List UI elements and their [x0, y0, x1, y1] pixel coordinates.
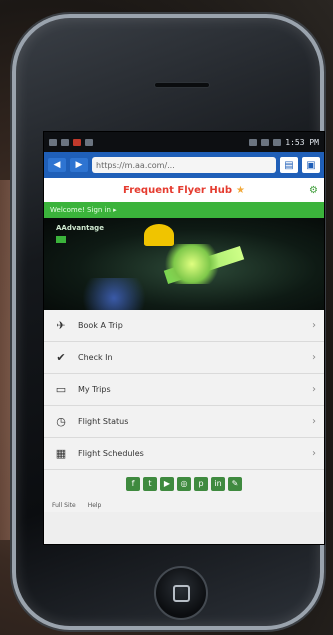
- phone-screen: 1:53 PM ◀ ▶ https://m.aa.com/... ▤ ▣ Fre…: [44, 132, 324, 544]
- tabs-icon: ▤: [284, 159, 294, 171]
- bookmark-button[interactable]: ▣: [302, 157, 320, 173]
- pinterest-icon[interactable]: p: [194, 477, 208, 491]
- chevron-right-icon: ›: [312, 416, 316, 427]
- twitter-icon[interactable]: t: [143, 477, 157, 491]
- menu-item-my-trips[interactable]: ▭ My Trips ›: [44, 374, 324, 406]
- hero-image[interactable]: AAdvantage: [44, 218, 324, 310]
- menu-item-flight-schedules[interactable]: ▦ Flight Schedules ›: [44, 438, 324, 470]
- notification-icon: [49, 138, 57, 146]
- clock-icon: ◷: [56, 414, 66, 428]
- chevron-right-icon: ›: [312, 448, 316, 459]
- wifi-icon: [249, 138, 258, 146]
- menu-item-label: Flight Schedules: [78, 449, 144, 458]
- social-links: f t ▶ ◎ p in ✎: [44, 470, 324, 498]
- plane-icon: ✈: [56, 318, 66, 332]
- phone-device: 1:53 PM ◀ ▶ https://m.aa.com/... ▤ ▣ Fre…: [12, 14, 324, 630]
- status-time: 1:53 PM: [285, 137, 319, 147]
- check-icon: ✔: [56, 350, 66, 364]
- menu-item-check-in[interactable]: ✔ Check In ›: [44, 342, 324, 374]
- hero-helmet: [144, 224, 174, 246]
- hero-light: [162, 244, 222, 284]
- back-button[interactable]: ◀: [48, 158, 66, 172]
- menu-item-book-trip[interactable]: ✈ Book A Trip ›: [44, 310, 324, 342]
- suitcase-icon: ▭: [55, 382, 67, 396]
- home-button[interactable]: [154, 566, 208, 620]
- promo-banner[interactable]: Frequent Flyer Hub ★ ⚙: [44, 178, 324, 202]
- menu-item-flight-status[interactable]: ◷ Flight Status ›: [44, 406, 324, 438]
- chevron-right-icon: ›: [312, 320, 316, 331]
- signal-icon: [261, 138, 270, 146]
- linkedin-icon[interactable]: in: [211, 477, 225, 491]
- forward-button[interactable]: ▶: [70, 158, 88, 172]
- footer-link-full-site[interactable]: Full Site: [52, 502, 76, 509]
- hero-glow: [74, 278, 154, 310]
- alert-icon: [73, 138, 81, 146]
- notification-icon: [61, 138, 69, 146]
- url-text: https://m.aa.com/...: [96, 160, 175, 170]
- promo-text: Frequent Flyer Hub: [123, 184, 232, 196]
- facebook-icon[interactable]: f: [126, 477, 140, 491]
- menu-item-label: Flight Status: [78, 417, 129, 426]
- status-bar: 1:53 PM: [44, 132, 324, 152]
- url-bar[interactable]: https://m.aa.com/...: [92, 157, 276, 173]
- star-icon: ★: [236, 184, 245, 196]
- chevron-right-icon: ›: [312, 352, 316, 363]
- earpiece-speaker: [154, 82, 210, 88]
- instagram-icon[interactable]: ◎: [177, 477, 191, 491]
- blog-icon[interactable]: ✎: [228, 477, 242, 491]
- menu-item-label: Check In: [78, 353, 113, 362]
- tabs-button[interactable]: ▤: [280, 157, 298, 173]
- hero-label: AAdvantage: [56, 224, 104, 232]
- footer-link-help[interactable]: Help: [88, 502, 102, 509]
- settings-icon[interactable]: ⚙: [309, 185, 318, 196]
- youtube-icon[interactable]: ▶: [160, 477, 174, 491]
- hero-badge: [56, 236, 66, 243]
- usb-icon: [85, 138, 93, 146]
- main-menu: ✈ Book A Trip › ✔ Check In › ▭ My Trips …: [44, 310, 324, 470]
- signin-bar[interactable]: Welcome! Sign in ▸: [44, 202, 324, 218]
- menu-item-label: My Trips: [78, 385, 111, 394]
- bookmark-icon: ▣: [306, 159, 316, 171]
- browser-toolbar: ◀ ▶ https://m.aa.com/... ▤ ▣: [44, 152, 324, 178]
- menu-item-label: Book A Trip: [78, 321, 123, 330]
- signin-text: Welcome! Sign in ▸: [50, 206, 117, 214]
- home-square-icon: [173, 585, 190, 602]
- battery-icon: [273, 138, 282, 146]
- footer: Full Site Help: [44, 498, 324, 512]
- calendar-icon: ▦: [55, 446, 67, 460]
- chevron-right-icon: ›: [312, 384, 316, 395]
